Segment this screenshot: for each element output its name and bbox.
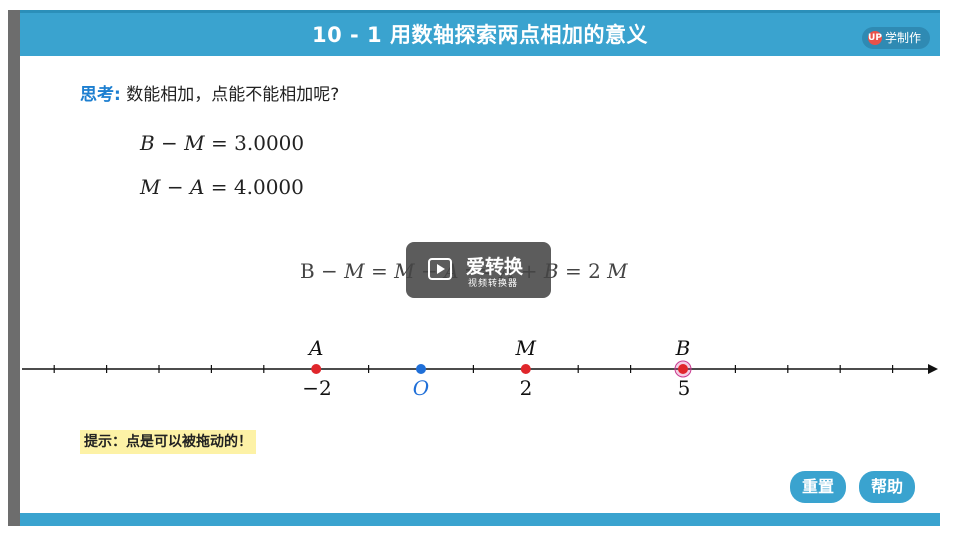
point-m[interactable] [520,364,531,374]
bottom-bar [20,513,940,526]
reset-button[interactable]: 重置 [790,471,846,503]
point-b[interactable] [678,364,688,374]
axis-points[interactable]: A O M B [307,336,692,400]
axis-arrow-icon [928,364,938,374]
tick-label-5: 5 [678,376,691,400]
point-label-a: A [307,336,323,360]
point-o[interactable] [416,364,426,374]
drag-hint: 提示：点是可以被拖动的！ [80,430,256,454]
help-button[interactable]: 帮助 [859,471,915,503]
tick-label-neg2: −2 [302,376,331,400]
point-a[interactable] [311,364,322,374]
point-label-b: B [675,336,691,360]
point-label-o: O [413,376,429,400]
tick-label-2: 2 [520,376,533,400]
point-label-m: M [515,336,537,360]
number-line[interactable]: A O M B −2 2 5 [0,0,960,540]
